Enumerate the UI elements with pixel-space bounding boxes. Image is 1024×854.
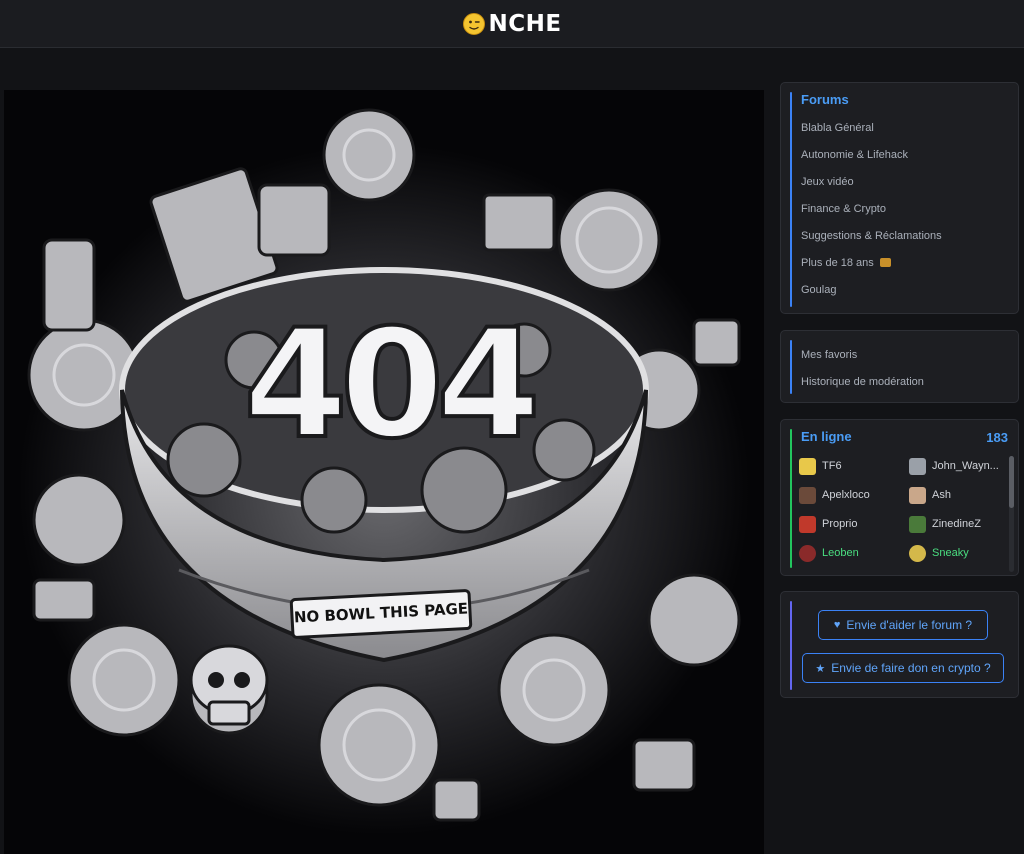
crypto-donate-label: Envie de faire don en crypto ?	[831, 661, 991, 675]
online-scrollbar[interactable]	[1009, 456, 1014, 572]
forum-link-finance[interactable]: Finance & Crypto	[801, 202, 942, 229]
username: Ash	[932, 489, 951, 501]
crypto-donate-button[interactable]: ★ Envie de faire don en crypto ?	[802, 653, 1004, 683]
forum-link-autonomie[interactable]: Autonomie & Lifehack	[801, 148, 942, 175]
help-forum-label: Envie d'aider le forum ?	[846, 618, 973, 632]
404-bowl-illustration: 404 NO BOWL THIS PAGE	[4, 90, 764, 854]
accent-bar	[790, 92, 792, 307]
avatar	[909, 486, 926, 504]
user-item[interactable]: ZinedineZ	[909, 515, 999, 533]
forums-panel: Forums Blabla Général Autonomie & Lifeha…	[780, 82, 1019, 314]
forum-link-suggestions[interactable]: Suggestions & Réclamations	[801, 229, 942, 256]
username: John_Wayn...	[932, 460, 999, 472]
forum-link-blabla[interactable]: Blabla Général	[801, 121, 942, 148]
avatar	[909, 515, 926, 533]
moderation-history-link[interactable]: Historique de modération	[801, 375, 924, 402]
user-item[interactable]: Proprio	[799, 515, 909, 533]
online-panel: En ligne 183 TF6 John_Wayn... Apelxloco …	[780, 419, 1019, 576]
illustration-canvas	[19, 108, 749, 835]
username: Leoben	[822, 547, 859, 559]
sticker-icon	[879, 258, 891, 267]
online-count: 183	[986, 430, 1008, 445]
user-item[interactable]: Apelxloco	[799, 486, 909, 504]
site-logo[interactable]: NCHE	[462, 11, 561, 37]
forum-link-jeux-video[interactable]: Jeux vidéo	[801, 175, 942, 202]
user-item[interactable]: TF6	[799, 457, 909, 475]
forums-list: Blabla Général Autonomie & Lifehack Jeux…	[801, 121, 942, 310]
forums-title: Forums	[801, 92, 849, 107]
accent-bar	[790, 429, 792, 568]
online-title: En ligne	[801, 429, 852, 444]
404-number: 404	[241, 298, 542, 472]
forum-link-18-plus[interactable]: Plus de 18 ans	[801, 256, 942, 283]
logo-text: NCHE	[488, 10, 562, 37]
forum-link-18-plus-label: Plus de 18 ans	[801, 257, 874, 269]
username: ZinedineZ	[932, 518, 981, 530]
donate-panel: ♥ Envie d'aider le forum ? ★ Envie de fa…	[780, 591, 1019, 698]
accent-bar	[790, 601, 792, 690]
user-item[interactable]: John_Wayn...	[909, 457, 999, 475]
help-forum-button[interactable]: ♥ Envie d'aider le forum ?	[818, 610, 988, 640]
top-bar: NCHE	[0, 0, 1024, 48]
avatar	[799, 486, 816, 504]
avatar	[909, 544, 926, 562]
heart-icon: ♥	[833, 619, 841, 631]
user-item[interactable]: Leoben	[799, 544, 909, 562]
favorites-link[interactable]: Mes favoris	[801, 348, 924, 375]
smiley-face-icon	[462, 12, 486, 36]
links-list: Mes favoris Historique de modération	[801, 348, 924, 402]
online-users: TF6 John_Wayn... Apelxloco Ash Proprio Z…	[799, 457, 999, 562]
avatar	[799, 515, 816, 533]
username: Apelxloco	[822, 489, 870, 501]
avatar	[799, 457, 816, 475]
links-panel: Mes favoris Historique de modération	[780, 330, 1019, 403]
accent-bar	[790, 340, 792, 394]
user-item[interactable]: Ash	[909, 486, 999, 504]
username: Sneaky	[932, 547, 969, 559]
username: Proprio	[822, 518, 858, 530]
star-icon: ★	[815, 662, 826, 675]
avatar	[909, 457, 926, 475]
forum-link-goulag[interactable]: Goulag	[801, 283, 942, 310]
username: TF6	[822, 460, 842, 472]
user-item[interactable]: Sneaky	[909, 544, 999, 562]
avatar	[799, 544, 816, 562]
